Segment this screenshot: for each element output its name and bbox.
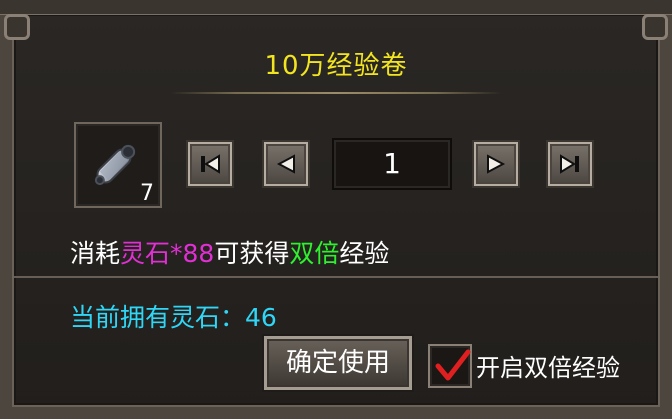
cost-suffix: 经验 bbox=[339, 239, 390, 268]
confirm-use-button[interactable]: 确定使用 bbox=[262, 334, 414, 392]
item-slot[interactable]: 7 bbox=[74, 122, 162, 208]
cost-description: 消耗灵石*88可获得双倍经验 bbox=[70, 234, 389, 270]
prev-button[interactable] bbox=[262, 140, 310, 188]
cost-item: 灵石*88 bbox=[120, 239, 215, 268]
owned-label: 当前拥有灵石： bbox=[70, 303, 246, 332]
next-button[interactable] bbox=[472, 140, 520, 188]
checkmark-icon bbox=[435, 349, 471, 381]
triangle-right-icon bbox=[487, 154, 506, 174]
owned-spirit-stones: 当前拥有灵石：46 bbox=[70, 298, 277, 334]
corner-ornament-top-left bbox=[4, 14, 30, 40]
quantity-input[interactable]: 1 bbox=[332, 138, 452, 190]
skip-first-icon bbox=[201, 154, 220, 174]
corner-ornament-top-right bbox=[642, 14, 668, 40]
last-button[interactable] bbox=[546, 140, 594, 188]
section-divider bbox=[12, 276, 660, 278]
item-count: 7 bbox=[140, 181, 154, 206]
skip-last-icon bbox=[560, 154, 579, 174]
double-exp-checkbox[interactable] bbox=[428, 344, 472, 388]
first-button[interactable] bbox=[186, 140, 234, 188]
triangle-left-icon bbox=[276, 154, 295, 174]
cost-prefix: 消耗 bbox=[70, 239, 121, 268]
top-strip bbox=[0, 0, 672, 15]
scroll-icon bbox=[94, 144, 136, 186]
cost-middle: 可获得 bbox=[214, 239, 290, 268]
dialog-title: 10万经验卷 bbox=[264, 51, 408, 81]
cost-highlight: 双倍 bbox=[289, 239, 340, 268]
owned-value: 46 bbox=[245, 303, 277, 332]
double-exp-label: 开启双倍经验 bbox=[476, 354, 620, 382]
title-divider bbox=[170, 92, 502, 94]
